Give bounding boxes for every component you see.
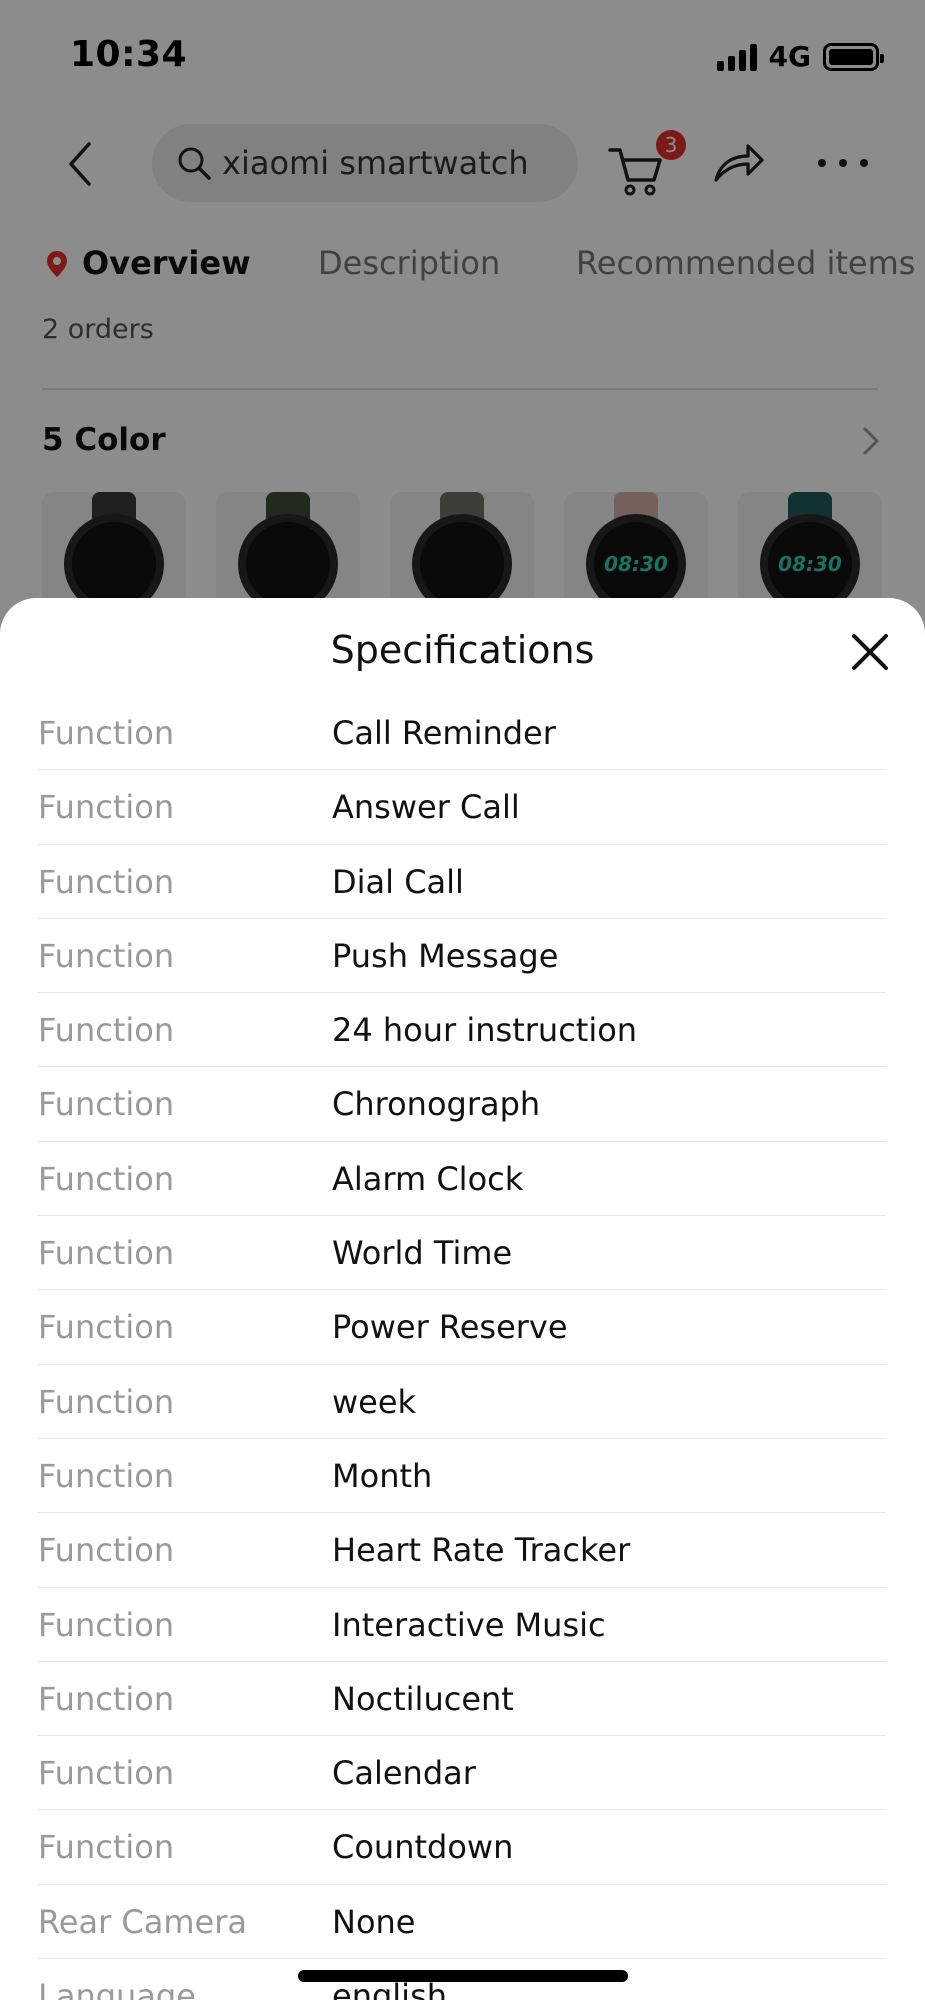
spec-value: 24 hour instruction xyxy=(332,1011,638,1050)
spec-key: Function xyxy=(38,714,175,752)
spec-row: Function week xyxy=(38,1365,886,1439)
spec-value: Alarm Clock xyxy=(332,1159,524,1198)
spec-row: Function Noctilucent xyxy=(38,1662,886,1737)
spec-row: Function Dial Call xyxy=(38,845,886,919)
spec-value: None xyxy=(332,1902,416,1941)
spec-key: Function xyxy=(38,788,175,827)
sheet-title: Specifications xyxy=(330,628,595,672)
spec-value: Heart Rate Tracker xyxy=(332,1531,631,1570)
spec-row: Rear Camera None xyxy=(38,1885,886,1960)
spec-value: Dial Call xyxy=(332,862,464,901)
spec-row: Function 24 hour instruction xyxy=(38,993,886,1068)
close-icon xyxy=(852,634,888,670)
spec-value: Calendar xyxy=(332,1754,476,1793)
spec-row: Function World Time xyxy=(38,1216,886,1291)
spec-row: Function Countdown xyxy=(38,1810,886,1885)
spec-row: Function Power Reserve xyxy=(38,1290,886,1365)
spec-value: World Time xyxy=(332,1234,513,1273)
spec-list: Function Call Reminder Function Answer Call… xyxy=(38,696,886,2000)
spec-key: Function xyxy=(38,1159,175,1198)
close-button[interactable] xyxy=(846,628,894,676)
spec-row: Function Month xyxy=(38,1439,886,1514)
spec-key: Function xyxy=(38,1456,175,1495)
spec-row: Function Calendar xyxy=(38,1736,886,1811)
spec-key: Function xyxy=(38,1308,175,1347)
spec-row: Function Heart Rate Tracker xyxy=(38,1513,886,1588)
spec-row: Function Interactive Music xyxy=(38,1588,886,1662)
specifications-sheet: Specifications Function Call Reminder Func… xyxy=(0,598,925,2000)
spec-key: Function xyxy=(38,1382,175,1421)
spec-value: Power Reserve xyxy=(332,1308,568,1347)
spec-row: Function Alarm Clock xyxy=(38,1142,886,1217)
spec-key: Function xyxy=(38,1011,175,1050)
spec-row: Function Answer Call xyxy=(38,770,886,845)
spec-key: Function xyxy=(38,1754,175,1793)
spec-key: Function xyxy=(38,862,175,901)
spec-value: Interactive Music xyxy=(332,1605,606,1644)
spec-key: Function xyxy=(38,1531,175,1570)
spec-value: Chronograph xyxy=(332,1085,541,1124)
spec-key: Function xyxy=(38,1828,175,1867)
spec-key: Function xyxy=(38,1679,175,1718)
spec-value: Call Reminder xyxy=(332,714,556,752)
spec-key: Function xyxy=(38,936,175,975)
spec-value: Push Message xyxy=(332,936,559,975)
product-page: 10:34 4G xiaomi smartwatch 3 Overview De… xyxy=(0,0,925,2000)
spec-key: Function xyxy=(38,1085,175,1124)
spec-value: Answer Call xyxy=(332,788,520,827)
spec-key: Function xyxy=(38,1605,175,1644)
spec-row: Function Call Reminder xyxy=(38,696,886,771)
spec-value: week xyxy=(332,1382,417,1421)
spec-key: Language xyxy=(38,1977,196,2000)
home-indicator[interactable] xyxy=(298,1970,628,1982)
spec-value: Countdown xyxy=(332,1828,514,1867)
spec-row: Function Push Message xyxy=(38,919,886,994)
spec-value: Noctilucent xyxy=(332,1679,514,1718)
spec-key: Function xyxy=(38,1234,175,1273)
spec-key: Rear Camera xyxy=(38,1902,247,1941)
spec-value: Month xyxy=(332,1456,433,1495)
spec-row: Function Chronograph xyxy=(38,1067,886,1142)
